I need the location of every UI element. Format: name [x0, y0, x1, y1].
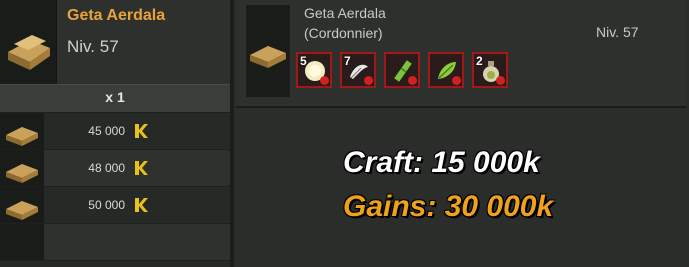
price-row[interactable]: 50 000: [0, 187, 230, 224]
geta-shoes-icon: [6, 164, 38, 183]
gains-text: Gains: 30 000k: [343, 190, 554, 223]
recipe-thumbnail: [246, 5, 290, 97]
geta-shoes-icon: [6, 201, 38, 220]
missing-ingredient-icon: [364, 76, 373, 85]
geta-shoes-icon: [8, 35, 50, 70]
ingredient-slot[interactable]: [384, 52, 420, 88]
missing-ingredient-icon: [496, 76, 505, 85]
quantity-label: x 1: [105, 89, 125, 105]
price-row[interactable]: 45 000: [0, 113, 230, 150]
row-thumbnail: [0, 150, 44, 186]
ingredient-count: 7: [344, 54, 351, 68]
missing-ingredient-icon: [408, 76, 417, 85]
item-level: Niv. 57: [67, 37, 119, 56]
recipe-job: (Cordonnier): [304, 25, 383, 41]
recipe-level: Niv. 57: [596, 24, 639, 40]
geta-shoes-icon: [250, 46, 286, 68]
recipe-item-name: Geta Aerdala: [304, 5, 386, 21]
ingredient-slot[interactable]: 7: [340, 52, 376, 88]
ingredient-count: 5: [300, 54, 307, 68]
kamas-icon: [135, 124, 148, 138]
price-value: 45 000: [88, 124, 125, 138]
row-thumbnail: [0, 113, 44, 149]
price-value: 48 000: [88, 161, 125, 175]
craft-cost-text: Craft: 15 000k: [343, 146, 540, 179]
price-value: 50 000: [88, 198, 125, 212]
sell-panel: Geta Aerdala Niv. 57 x 1 45 000 48 000 5…: [0, 0, 230, 267]
ingredient-slot[interactable]: [428, 52, 464, 88]
ingredient-slot[interactable]: 5: [296, 52, 332, 88]
ingredient-count: 2: [476, 54, 483, 68]
price-list: 45 000 48 000 50 000: [0, 113, 230, 261]
ingredient-slot[interactable]: 2: [472, 52, 508, 88]
item-name: Geta Aerdala: [67, 7, 166, 24]
item-header: Geta Aerdala Niv. 57: [0, 0, 230, 84]
kamas-icon: [135, 161, 148, 175]
row-thumbnail: [0, 224, 44, 260]
missing-ingredient-icon: [452, 76, 461, 85]
panel-divider: [230, 0, 234, 267]
quantity-tab[interactable]: x 1: [0, 84, 230, 113]
price-row[interactable]: 48 000: [0, 150, 230, 187]
geta-shoes-icon: [6, 127, 38, 146]
recipe-panel: Geta Aerdala (Cordonnier) Niv. 57 5 7 2: [236, 0, 686, 108]
kamas-icon: [135, 198, 148, 212]
row-thumbnail: [0, 187, 44, 223]
item-thumbnail: [0, 0, 57, 84]
price-row[interactable]: [0, 224, 230, 261]
missing-ingredient-icon: [320, 76, 329, 85]
